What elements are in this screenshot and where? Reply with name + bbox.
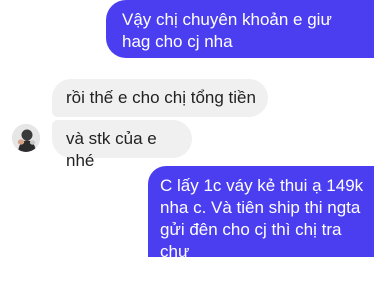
received-message-bubble[interactable]: và stk của e nhé	[52, 120, 192, 170]
sent-message-bubble[interactable]: C lấy 1c váy kẻ thui ạ 149k nha c. Và ti…	[148, 166, 374, 283]
received-message-bubble[interactable]: rồi thế e cho chị tổng tiền	[52, 79, 268, 117]
contact-avatar[interactable]	[12, 124, 40, 152]
user-avatar-icon	[12, 124, 40, 152]
sent-message-bubble[interactable]: Vậy chị chuyên khoản e giư hag cho cj nh…	[106, 0, 374, 58]
